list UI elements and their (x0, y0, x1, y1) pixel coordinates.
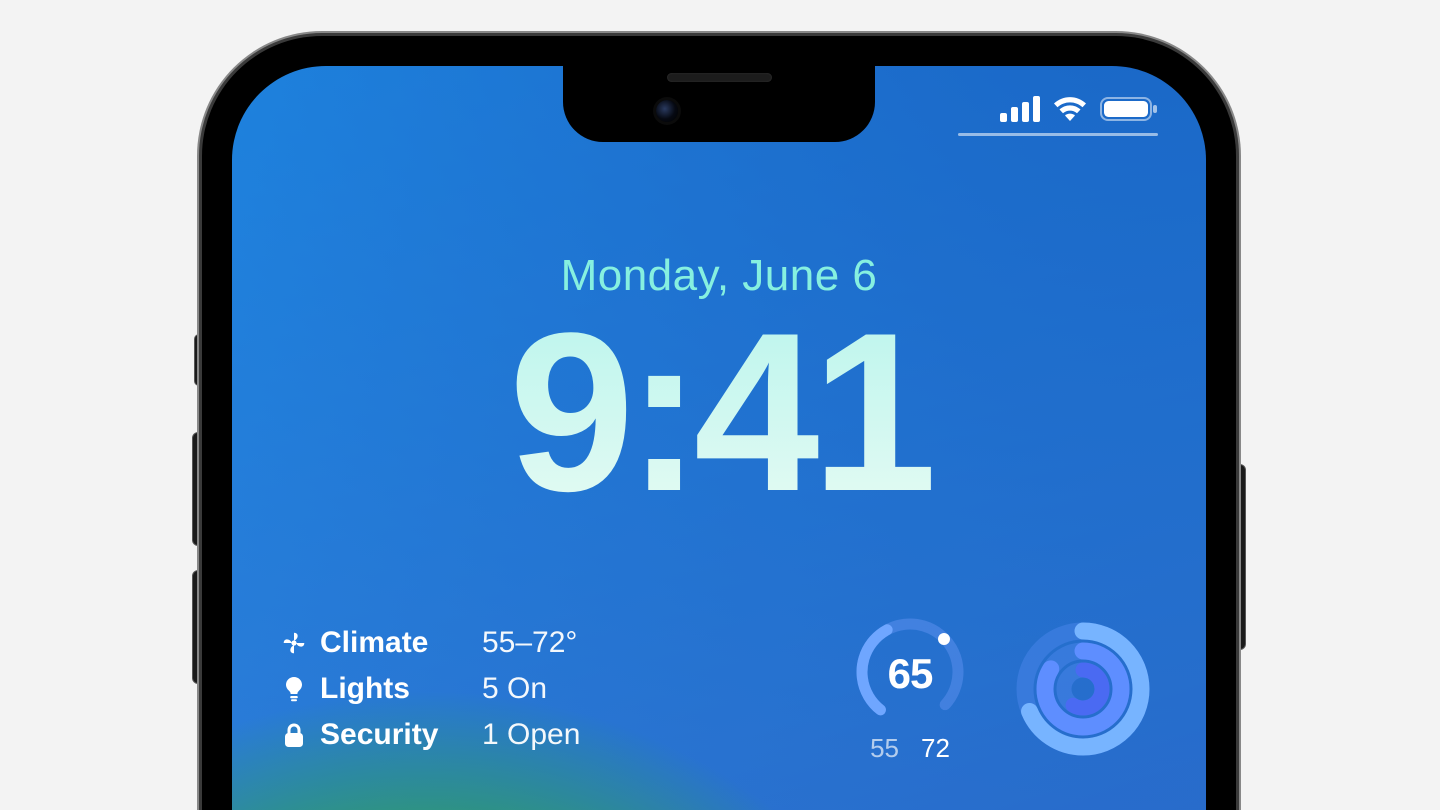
weather-widget[interactable]: 65 55 72 (840, 614, 980, 764)
home-row-lights: Lights 5 On (280, 666, 580, 712)
lock-screen[interactable]: Monday, June 6 9:41 (232, 66, 1206, 810)
lockscreen-time: 9:41 (232, 282, 1206, 542)
activity-rings-icon (1008, 614, 1158, 764)
bulb-icon (280, 676, 308, 702)
status-underline (958, 133, 1158, 136)
home-row-value: 5 On (482, 666, 547, 712)
home-row-label: Security (320, 712, 470, 758)
status-bar (1000, 96, 1158, 122)
home-row-label: Lights (320, 666, 470, 712)
cellular-icon (1000, 96, 1040, 122)
weather-high: 72 (921, 733, 950, 764)
home-row-security: Security 1 Open (280, 712, 580, 758)
lock-icon (280, 722, 308, 748)
home-widget[interactable]: Climate 55–72° Lights 5 On (280, 620, 580, 758)
notch (563, 66, 875, 142)
weather-low: 55 (870, 733, 899, 764)
weather-current-temp: 65 (840, 650, 980, 698)
fan-icon (280, 630, 308, 656)
home-row-value: 1 Open (482, 712, 580, 758)
front-camera (656, 100, 678, 122)
battery-icon (1100, 96, 1158, 122)
home-row-label: Climate (320, 620, 470, 666)
earpiece-speaker (667, 73, 772, 82)
home-row-climate: Climate 55–72° (280, 620, 580, 666)
home-row-value: 55–72° (482, 620, 577, 666)
wifi-icon (1052, 96, 1088, 122)
activity-rings-widget[interactable] (1008, 614, 1158, 764)
phone-frame: Monday, June 6 9:41 (202, 36, 1236, 810)
